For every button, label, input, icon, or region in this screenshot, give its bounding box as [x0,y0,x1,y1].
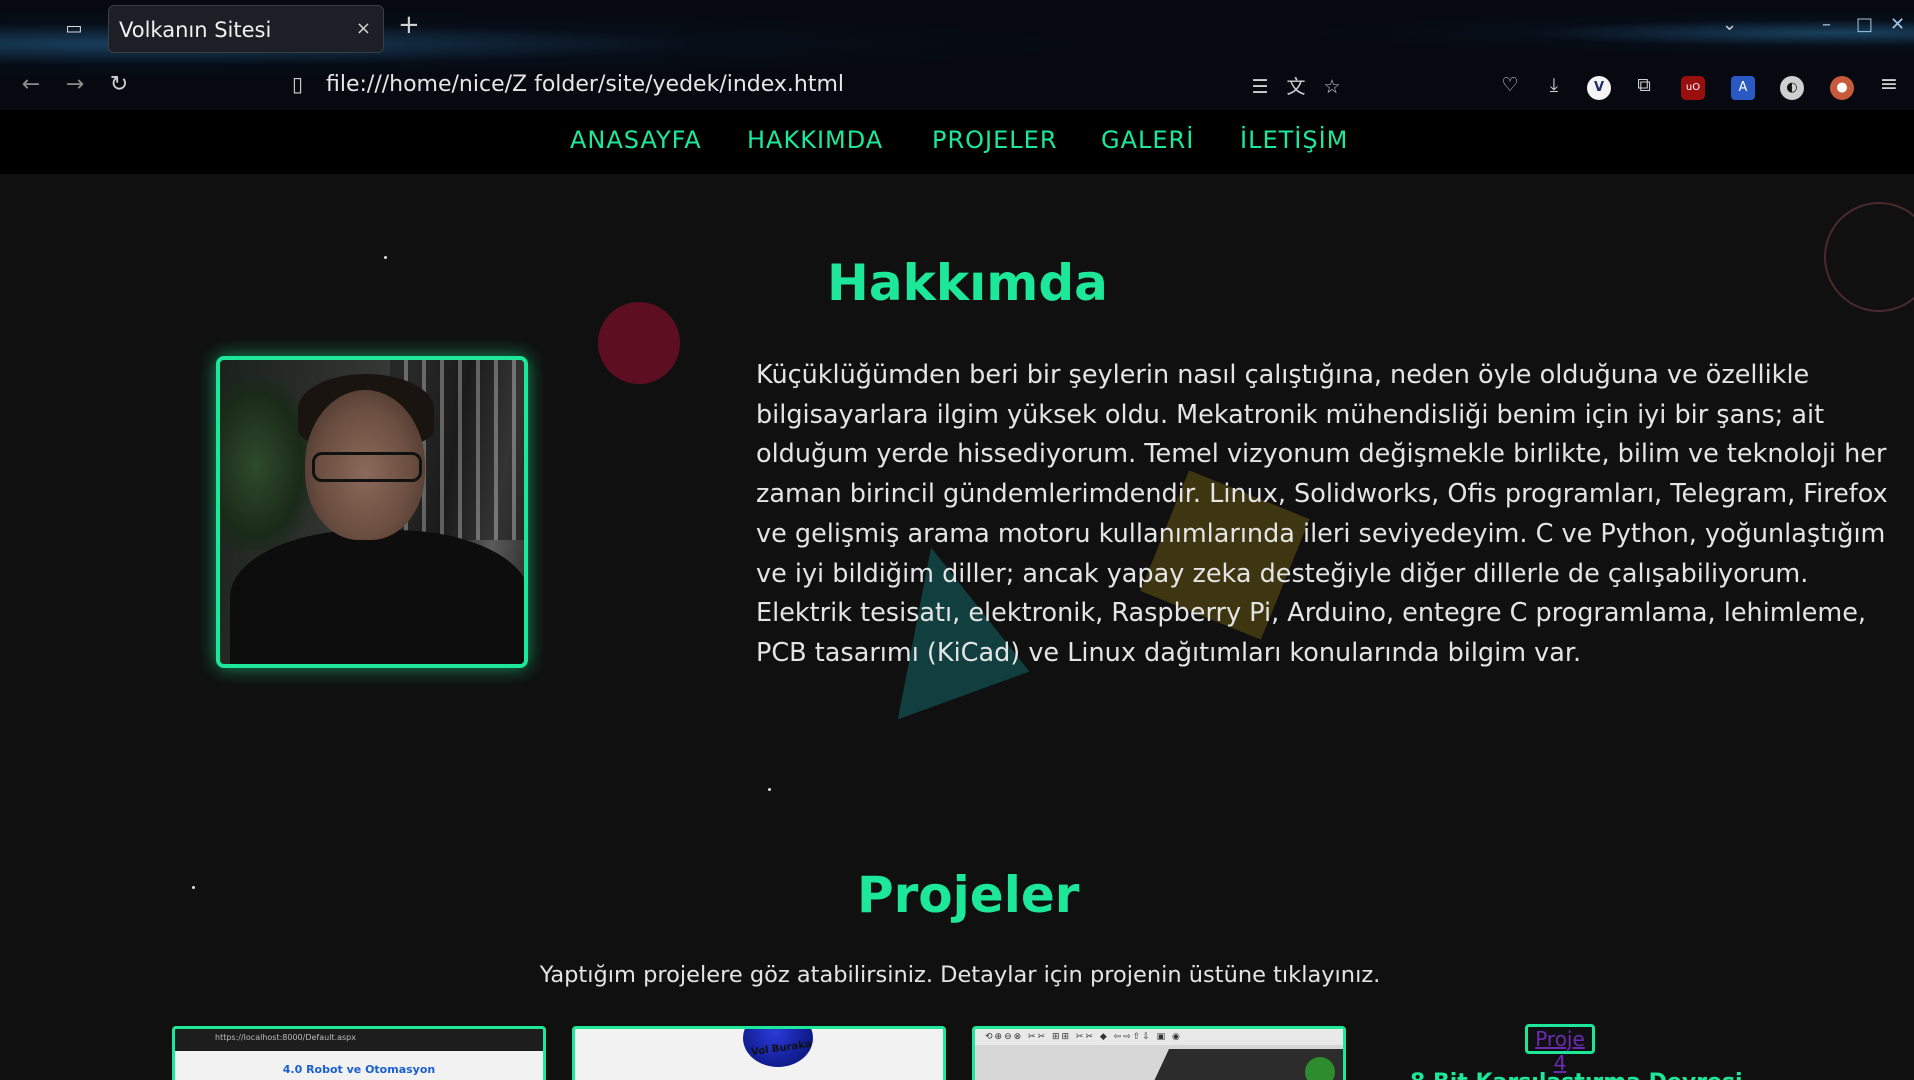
decor-circle [598,302,680,384]
nav-link-hakkimda[interactable]: HAKKIMDA [747,126,883,154]
active-tab[interactable]: Volkanın Sitesi × [108,5,384,53]
decor-ring [1824,202,1914,312]
card-heading: 4.0 Robot ve Otomasyon [282,1063,436,1076]
pocket-icon[interactable]: ♡ [1495,70,1525,100]
download-icon[interactable]: ⤓ [1539,70,1569,100]
nav-toolbar: ← → ↻ ▯ file:///home/nice/Z folder/site/… [0,62,1914,108]
web-page: ANASAYFA HAKKIMDA PROJELER GALERİ İLETİŞ… [0,110,1914,1080]
projects-title: Projeler [857,866,1080,924]
decor-star [192,886,195,889]
url-actions: ☰ 文 ☆ [1242,72,1350,99]
profile-photo [216,356,528,668]
url-text[interactable]: file:///home/nice/Z folder/site/yedek/in… [326,72,844,97]
project-card-1[interactable]: https://localhost:8000/Default.aspx 4.0 … [172,1026,546,1080]
close-icon[interactable]: × [356,18,371,39]
nav-link-galeri[interactable]: GALERİ [1101,126,1194,154]
project-card-3[interactable]: ⟲⊕⊖⊗ ✂✂ ⊞⊞ ✂✂ ◆ ⇦⇨⇧⇩ ▣ ◉ [972,1026,1346,1080]
arrow-right-icon[interactable]: → [60,70,90,100]
translate-icon[interactable]: 文 [1278,72,1314,99]
tab-title: Volkanın Sitesi [119,18,272,42]
site-navigation: ANASAYFA HAKKIMDA PROJELER GALERİ İLETİŞ… [0,110,1914,174]
card-screenshot-url: https://localhost:8000/Default.aspx [215,1033,356,1042]
about-title: Hakkımda [827,254,1108,312]
project-4-title[interactable]: 8 Bit Karşılaştırma Devresi [1410,1070,1743,1080]
cad-toolbar: ⟲⊕⊖⊗ ✂✂ ⊞⊞ ✂✂ ◆ ⇦⇨⇧⇩ ▣ ◉ [975,1029,1343,1045]
window-close-icon[interactable]: ✕ [1890,14,1905,35]
nav-link-iletisim[interactable]: İLETİŞİM [1240,126,1348,154]
projects-intro: Yaptığım projelere göz atabilirsiniz. De… [539,962,1381,988]
project-card-2[interactable]: Vol Buraka [572,1026,946,1080]
reload-icon[interactable]: ↻ [104,70,134,100]
maximize-icon[interactable]: □ [1856,14,1873,35]
project-4-link[interactable]: Proje 4 [1525,1024,1595,1075]
about-text: Küçüklüğümden beri bir şeylerin nasıl ça… [756,360,1888,668]
decor-star [768,788,771,791]
new-tab-button[interactable]: + [398,12,420,38]
avatar[interactable]: ● [1830,76,1854,100]
translate-extension-icon[interactable]: A [1731,76,1755,100]
hamburger-menu-icon[interactable]: ≡ [1874,70,1904,100]
star-icon[interactable]: ☆ [1314,76,1350,98]
browser-chrome: ▭ Volkanın Sitesi × + ⌄ – □ ✕ ← → ↻ ▯ fi… [0,0,1914,110]
tab-overview-icon[interactable]: ▭ [60,16,88,42]
decor-star [384,256,387,259]
chevron-down-icon[interactable]: ⌄ [1722,14,1737,35]
tab-bar: ▭ Volkanın Sitesi × + ⌄ – □ ✕ [0,0,1914,58]
darkmode-extension-icon[interactable]: ◐ [1780,76,1804,100]
page-icon: ▯ [292,72,304,96]
puzzle-icon[interactable]: ⧉ [1629,70,1659,100]
nav-link-anasayfa[interactable]: ANASAYFA [570,126,702,154]
cad-part-detail [1305,1057,1335,1080]
arrow-left-icon[interactable]: ← [16,70,46,100]
ublock-icon[interactable]: uO [1681,76,1705,100]
nav-link-projeler[interactable]: PROJELER [932,126,1058,154]
reader-view-icon[interactable]: ☰ [1242,76,1278,98]
minimize-icon[interactable]: – [1822,14,1831,35]
url-bar[interactable]: ▯ file:///home/nice/Z folder/site/yedek/… [280,66,1340,104]
vivaldi-extension-icon[interactable]: V [1587,76,1611,100]
card-screenshot-bar: https://localhost:8000/Default.aspx [175,1029,543,1051]
